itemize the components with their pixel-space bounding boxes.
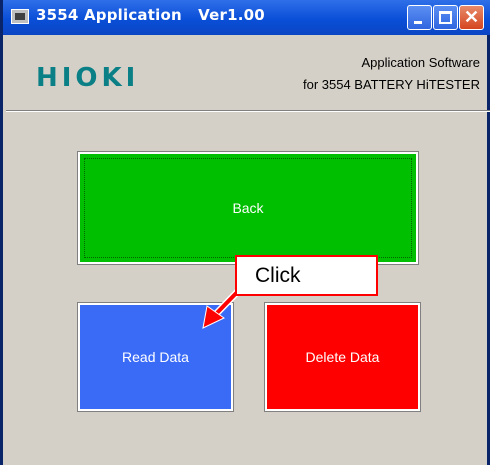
- click-callout: Click: [235, 255, 378, 296]
- callout-arrow: [202, 280, 249, 329]
- click-callout-text: Click: [255, 264, 301, 287]
